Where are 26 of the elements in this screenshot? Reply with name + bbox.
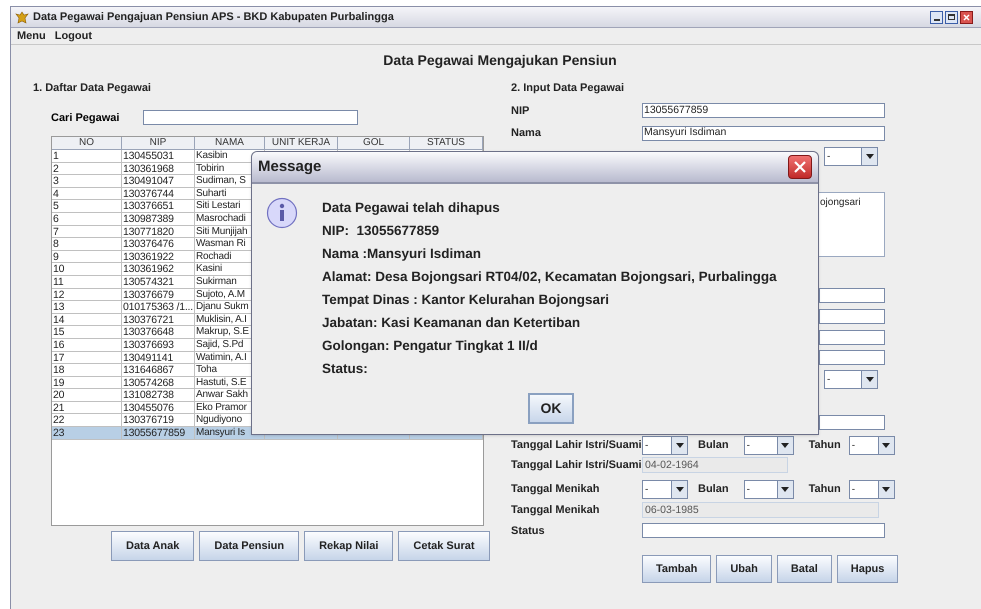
table-cell: 23 <box>52 427 122 440</box>
message-text: Golongan: Pengatur Tingkat 1 II/d <box>322 337 539 355</box>
field-label: Bulan <box>698 438 729 453</box>
message-text: Jabatan: Kasi Keamanan dan Ketertiban <box>322 314 582 332</box>
field-label: Status <box>511 524 546 538</box>
field-label: Tahun <box>808 482 841 498</box>
message-text: Tempat Dinas : Kantor Kelurahan Bojongsari <box>322 291 610 309</box>
section-title: 1. Daftar Data Pegawai <box>33 81 152 96</box>
field-label: NIP <box>511 104 530 118</box>
field-label: Tanggal Lahir Istri/Suami <box>511 438 642 453</box>
field-label: Tanggal Lahir Istri/Suami <box>511 458 642 472</box>
section-title: 2. Input Data Pegawai <box>511 81 626 96</box>
message-text: Data Pegawai telah dihapus <box>322 199 501 217</box>
field-label: Nama <box>511 126 542 141</box>
message-text: Alamat: Desa Bojongsari RT04/02, Kecamatan Bojongsari, Purbalingga <box>322 268 777 286</box>
message-text: NIP: 13055677859 <box>322 222 440 240</box>
page-heading: Data Pegawai Mengajukan Pensiun <box>383 51 617 70</box>
field-label: Tanggal Menikah <box>511 482 600 498</box>
field-label: Tanggal Menikah <box>511 503 600 518</box>
window-title: Data Pegawai Pengajuan Pensiun APS - BKD Kabupaten Purbalingga <box>33 10 394 25</box>
table-cell: 13055677859 <box>122 427 195 440</box>
field-label: Bulan <box>698 482 729 498</box>
search-label: Cari Pegawai <box>51 110 120 126</box>
message-text: Nama :Mansyuri Isdiman <box>322 245 482 263</box>
field-label: Tahun <box>808 438 841 453</box>
message-text: Status: <box>322 360 369 378</box>
